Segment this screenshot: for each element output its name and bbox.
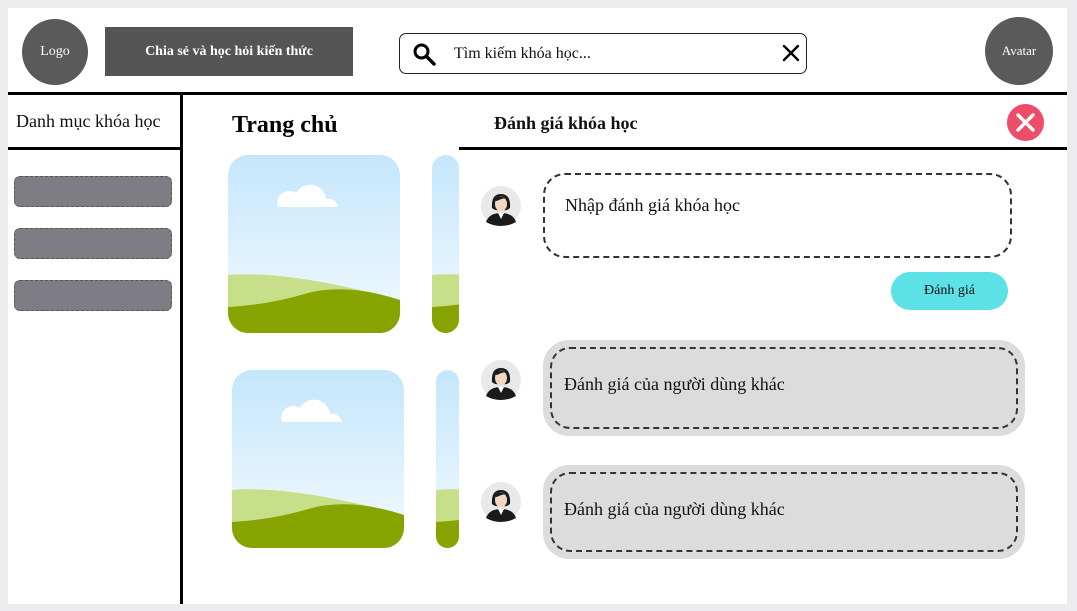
banner-label: Chia sẻ và học hỏi kiến thức [145, 43, 313, 59]
course-review-panel: Đánh giá khóa học Nhập đánh giá khóa học… [459, 95, 1067, 604]
user-avatar-button[interactable]: Avatar [985, 17, 1053, 85]
landscape-image-icon [228, 155, 400, 333]
submit-review-label: Đánh giá [924, 283, 975, 298]
header: Logo Chia sẻ và học hỏi kiến thức Tìm ki… [8, 8, 1067, 94]
course-card-image[interactable] [232, 370, 404, 548]
landscape-image-icon [432, 155, 459, 333]
sidebar-divider [180, 95, 183, 604]
review-text: Đánh giá của người dùng khác [564, 374, 785, 394]
review-panel-title: Đánh giá khóa học [494, 113, 638, 133]
search-icon [413, 43, 436, 66]
sidebar-item-3[interactable] [14, 280, 172, 311]
close-panel-button[interactable] [1007, 104, 1044, 141]
review-text: Đánh giá của người dùng khác [564, 499, 785, 519]
landscape-image-icon [232, 370, 404, 548]
user-avatar-icon [481, 482, 521, 522]
logo[interactable]: Logo [22, 19, 88, 85]
review-item: Đánh giá của người dùng khác [543, 340, 1025, 436]
user-avatar-icon [481, 360, 521, 400]
submit-review-button[interactable]: Đánh giá [891, 272, 1008, 310]
sidebar-title: Danh mục khóa học [16, 111, 161, 131]
user-avatar-icon [481, 186, 521, 226]
sidebar-item-2[interactable] [14, 228, 172, 259]
review-item: Đánh giá của người dùng khác [543, 465, 1025, 559]
sidebar: Danh mục khóa học [8, 95, 182, 604]
review-panel-divider [459, 147, 1067, 150]
search-input[interactable]: Tìm kiếm khóa học... [454, 45, 591, 63]
page-title: Trang chủ [232, 112, 338, 138]
sidebar-title-divider [8, 147, 182, 150]
review-input[interactable]: Nhập đánh giá khóa học [543, 173, 1012, 258]
search-bar[interactable]: Tìm kiếm khóa học... [399, 33, 807, 74]
course-card-image[interactable] [432, 155, 459, 333]
avatar-label: Avatar [1001, 43, 1037, 58]
course-card-image[interactable] [436, 370, 459, 548]
review-input-placeholder: Nhập đánh giá khóa học [565, 195, 740, 215]
close-icon [1016, 113, 1035, 132]
landscape-image-icon [436, 370, 459, 548]
app-canvas: Logo Chia sẻ và học hỏi kiến thức Tìm ki… [8, 8, 1067, 604]
sidebar-item-1[interactable] [14, 176, 172, 207]
site-banner: Chia sẻ và học hỏi kiến thức [105, 27, 353, 76]
clear-search-icon[interactable] [781, 43, 801, 63]
logo-label: Logo [40, 44, 70, 59]
course-card-image[interactable] [228, 155, 400, 333]
